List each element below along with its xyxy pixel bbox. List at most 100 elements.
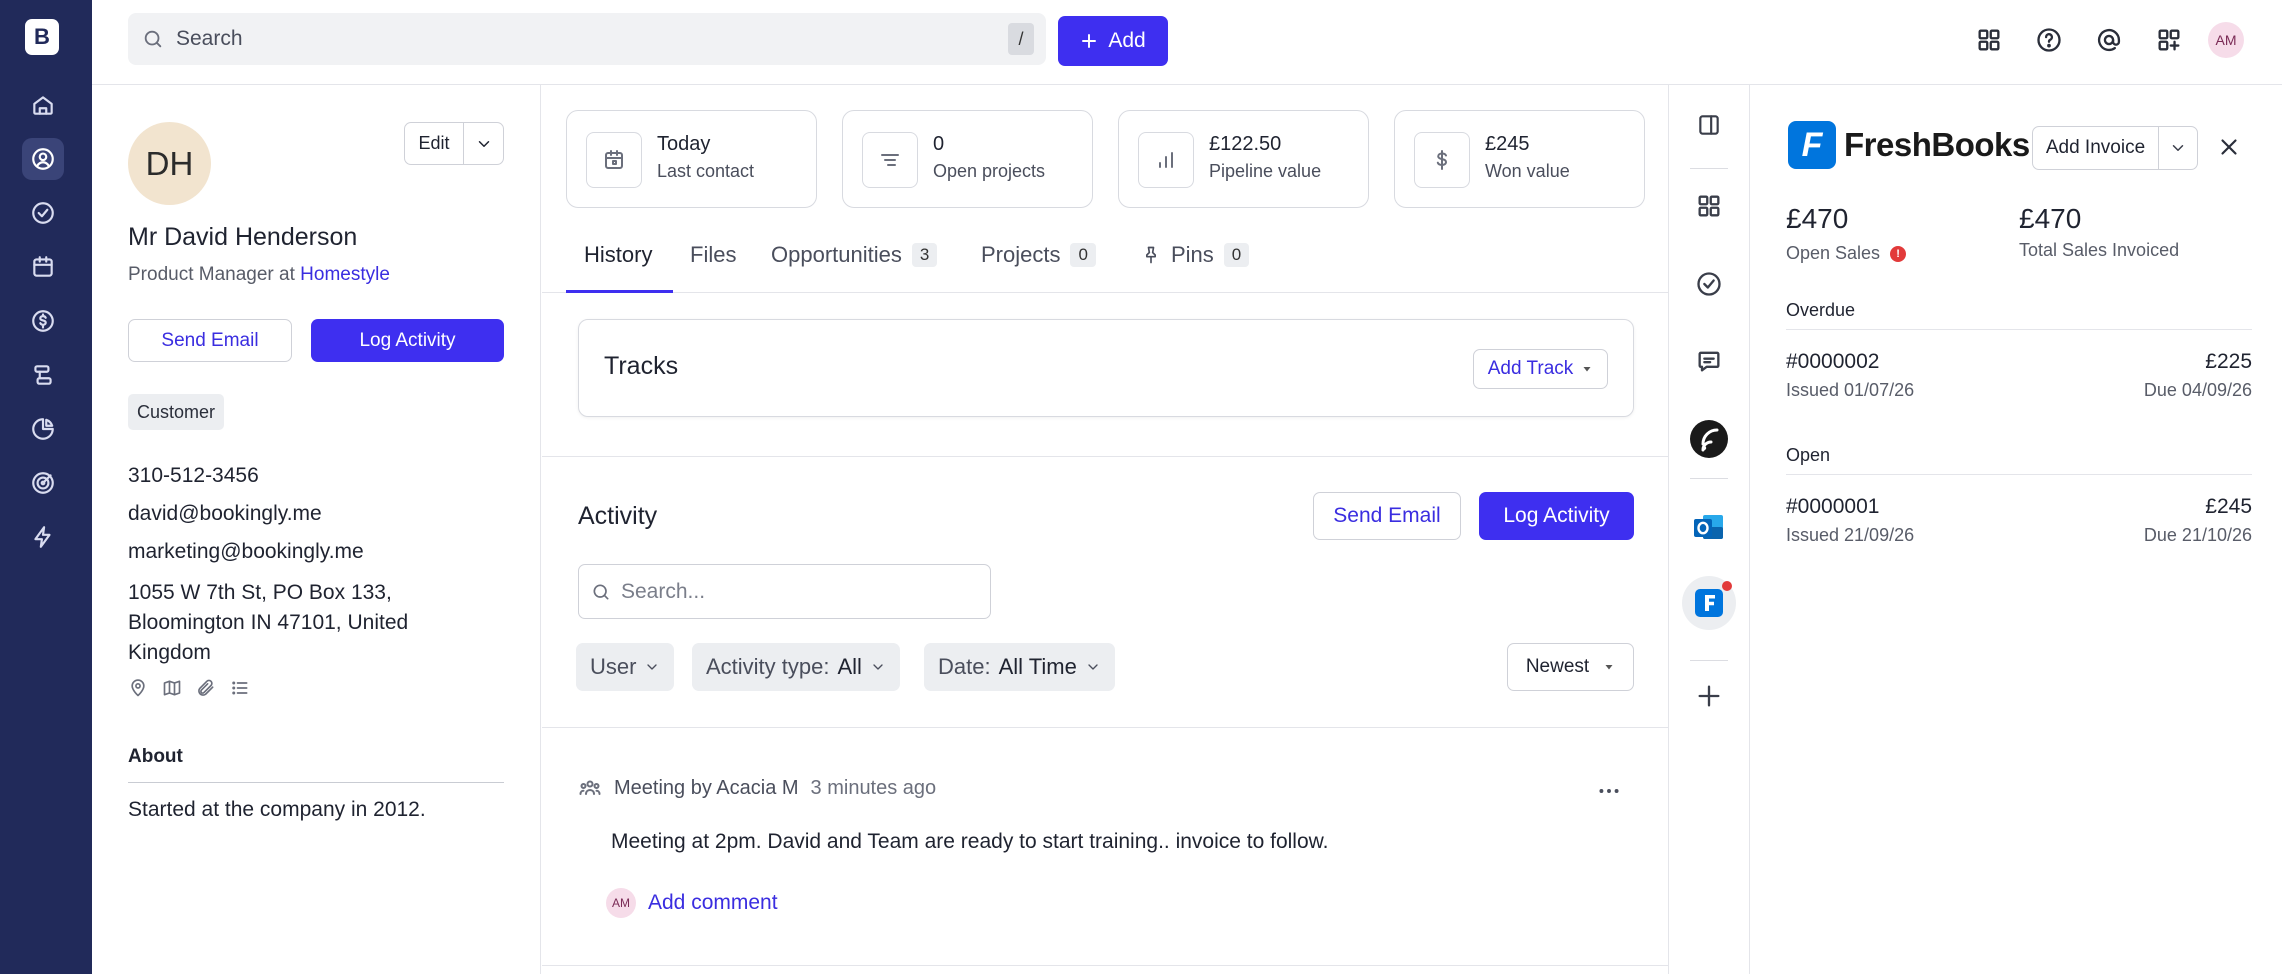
log-activity-button[interactable]: Log Activity [311,319,504,362]
activity-search-input[interactable]: Search... [578,564,991,619]
invoice-number[interactable]: #0000001 [1786,495,1879,519]
apps-grid-icon[interactable] [1689,186,1729,226]
chat-icon[interactable] [1689,341,1729,381]
automation-icon[interactable] [22,516,64,558]
tab-projects[interactable]: Projects 0 [981,242,1096,268]
tab-label: Projects [981,242,1061,267]
contact-subtitle: Product Manager at Homestyle [128,264,390,286]
plus-icon [1082,34,1097,48]
home-icon[interactable] [22,84,64,126]
tab-opportunities[interactable]: Opportunities 3 [771,242,938,268]
map-pin-icon[interactable] [128,678,148,698]
search-placeholder: Search [176,27,243,50]
mentions-icon[interactable] [2089,20,2129,60]
tab-files[interactable]: Files [690,242,736,268]
add-invoice-button[interactable]: Add Invoice [2032,126,2158,170]
user-avatar[interactable]: AM [2208,22,2244,58]
reports-icon[interactable] [22,408,64,450]
activity-type-filter[interactable]: Activity type: All [692,643,900,691]
open-heading: Open [1786,445,1831,465]
open-sales-value: £470 [1786,203,1849,234]
commenter-avatar: AM [606,888,636,918]
open-divider [1786,474,2252,475]
goals-icon[interactable] [22,462,64,504]
chevron-down-icon [873,664,883,670]
filter-label: Activity type: [706,654,830,679]
contact-phone[interactable]: 310-512-3456 [128,464,259,488]
tab-history[interactable]: History [584,242,652,268]
contact-email-primary[interactable]: david@bookingly.me [128,502,322,526]
stat-won-value: £245 Won value [1394,110,1645,208]
list-icon [862,132,918,188]
close-icon[interactable] [2216,134,2242,160]
invoice-number[interactable]: #0000002 [1786,350,1879,374]
tab-count: 3 [911,243,938,267]
help-icon[interactable] [2029,20,2069,60]
edit-menu-button[interactable] [463,122,504,165]
rail-divider [1690,168,1728,169]
stat-value: Today [657,133,711,155]
invoice-due: Due 21/10/26 [2143,525,2252,545]
global-search[interactable]: Search / [128,13,1046,65]
filter-label: User [590,654,637,679]
more-options-icon[interactable] [1596,778,1622,804]
total-invoiced-value: £470 [2019,203,2082,234]
apps-grid-icon[interactable] [1969,20,2009,60]
sort-select[interactable]: Newest [1507,643,1634,691]
stat-open-projects: 0 Open projects [842,110,1093,208]
deals-icon[interactable] [22,300,64,342]
about-heading: About [128,746,183,767]
tasks-icon[interactable] [22,192,64,234]
stat-value: 0 [933,133,945,155]
sort-value: Newest [1525,656,1590,677]
filter-value: All [837,654,862,679]
contacts-icon[interactable] [22,138,64,180]
search-shortcut: / [1008,23,1034,55]
caret-down-icon [1605,665,1613,670]
feed-app-icon[interactable] [1689,419,1729,459]
map-icon[interactable] [162,678,182,698]
outlook-icon[interactable] [1689,507,1729,547]
calendar-icon[interactable] [22,246,64,288]
tab-count: 0 [1070,243,1096,267]
comment-row: AM Add comment [606,888,778,918]
add-track-button[interactable]: Add Track [1473,349,1608,389]
tab-count: 0 [1223,243,1250,267]
freshbooks-logo-mark: F [1788,121,1836,169]
stat-last-contact: Today Last contact [566,110,817,208]
total-invoiced-label: Total Sales Invoiced [2019,240,2180,260]
add-app-icon[interactable] [2149,20,2189,60]
alert-icon[interactable]: ! [1890,245,1907,262]
activity-log-activity-button[interactable]: Log Activity [1479,492,1634,540]
tasks-icon[interactable] [1689,264,1729,304]
dollar-icon [1414,132,1470,188]
stat-value: £122.50 [1209,133,1282,155]
overdue-divider [1786,329,2252,330]
chevron-down-icon [2172,145,2184,151]
contact-tag[interactable]: Customer [128,394,225,430]
add-invoice-menu-button[interactable] [2158,126,2198,170]
edit-button[interactable]: Edit [404,122,464,165]
add-comment-link[interactable]: Add comment [648,891,778,915]
contact-email-secondary[interactable]: marketing@bookingly.me [128,540,364,564]
search-icon [144,30,162,48]
attachment-icon[interactable] [196,678,216,698]
send-email-button[interactable]: Send Email [128,319,292,362]
list-icon[interactable] [230,678,250,698]
filter-label: Date: [938,654,991,679]
projects-icon[interactable] [22,354,64,396]
toggle-panel-icon[interactable] [1689,105,1729,145]
stat-value: £245 [1485,133,1530,155]
add-integration-icon[interactable] [1689,676,1729,716]
rail-divider [1690,660,1728,661]
user-filter[interactable]: User [576,643,675,691]
add-button[interactable]: Add [1058,16,1168,66]
active-tab-indicator [566,290,673,293]
activity-send-email-button[interactable]: Send Email [1313,492,1461,540]
open-sales-label-row: Open Sales ! [1786,243,1907,264]
app-logo[interactable]: B [25,19,59,55]
date-filter[interactable]: Date: All Time [924,643,1115,691]
tab-pins[interactable]: Pins 0 [1141,242,1250,268]
invoice-due: Due 04/09/26 [2143,380,2252,400]
company-link[interactable]: Homestyle [300,264,390,285]
